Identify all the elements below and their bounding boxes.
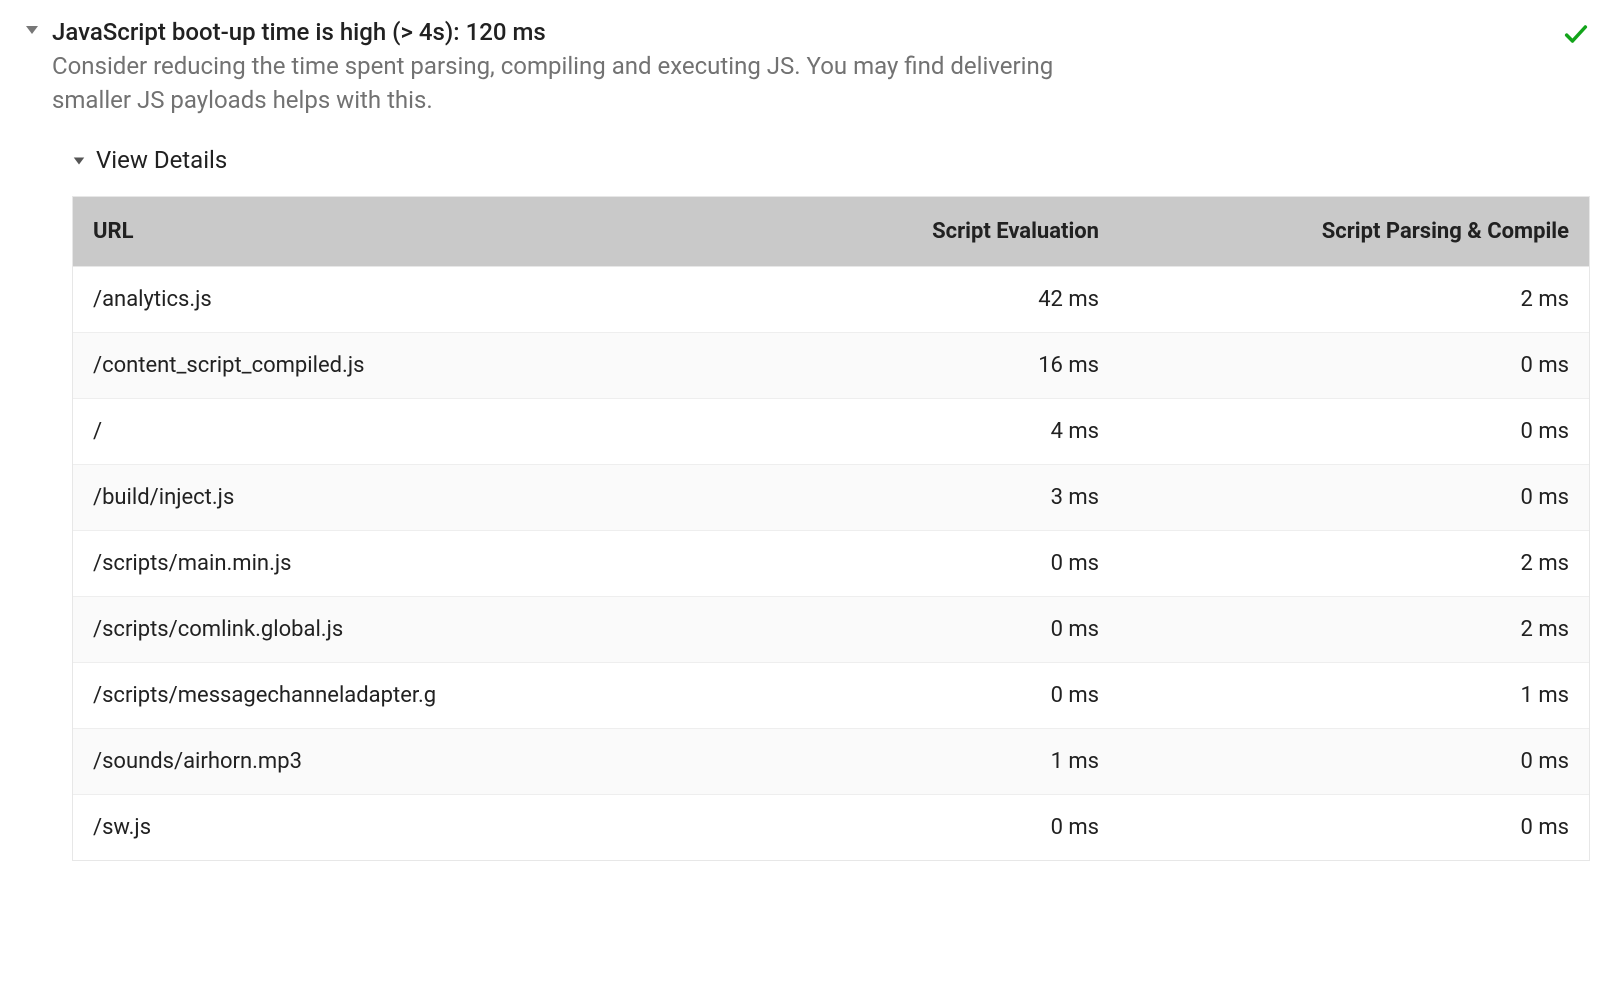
table-row: /sounds/airhorn.mp31 ms0 ms (73, 728, 1589, 794)
cell-eval: 0 ms (740, 530, 1119, 596)
cell-parse: 1 ms (1119, 662, 1589, 728)
cell-eval: 0 ms (740, 794, 1119, 860)
table-row: /4 ms0 ms (73, 398, 1589, 464)
column-header-eval: Script Evaluation (740, 197, 1119, 267)
table-header-row: URL Script Evaluation Script Parsing & C… (73, 197, 1589, 267)
cell-eval: 0 ms (740, 662, 1119, 728)
cell-url: /sw.js (73, 794, 740, 860)
column-header-url: URL (73, 197, 740, 267)
audit-header-text: JavaScript boot-up time is high (> 4s): … (52, 16, 1542, 118)
cell-eval: 3 ms (740, 464, 1119, 530)
disclosure-icon[interactable] (24, 22, 40, 38)
cell-url: /scripts/main.min.js (73, 530, 740, 596)
cell-url: /sounds/airhorn.mp3 (73, 728, 740, 794)
table-row: /scripts/main.min.js0 ms2 ms (73, 530, 1589, 596)
details-table: URL Script Evaluation Script Parsing & C… (73, 197, 1589, 860)
audit-header: JavaScript boot-up time is high (> 4s): … (24, 16, 1590, 118)
table-row: /build/inject.js3 ms0 ms (73, 464, 1589, 530)
cell-parse: 0 ms (1119, 728, 1589, 794)
cell-url: /scripts/comlink.global.js (73, 596, 740, 662)
table-row: /analytics.js42 ms2 ms (73, 266, 1589, 332)
cell-parse: 2 ms (1119, 266, 1589, 332)
column-header-parse: Script Parsing & Compile (1119, 197, 1589, 267)
audit-details: View Details URL Script Evaluation Scrip… (72, 146, 1590, 861)
disclosure-icon (72, 154, 86, 168)
cell-eval: 42 ms (740, 266, 1119, 332)
cell-parse: 0 ms (1119, 464, 1589, 530)
audit-description: Consider reducing the time spent parsing… (52, 50, 1132, 117)
cell-eval: 16 ms (740, 332, 1119, 398)
cell-eval: 0 ms (740, 596, 1119, 662)
table-row: /sw.js0 ms0 ms (73, 794, 1589, 860)
cell-url: /analytics.js (73, 266, 740, 332)
cell-url: /scripts/messagechanneladapter.g (73, 662, 740, 728)
cell-url: /build/inject.js (73, 464, 740, 530)
cell-parse: 2 ms (1119, 530, 1589, 596)
cell-eval: 1 ms (740, 728, 1119, 794)
cell-parse: 2 ms (1119, 596, 1589, 662)
cell-eval: 4 ms (740, 398, 1119, 464)
table-row: /scripts/comlink.global.js0 ms2 ms (73, 596, 1589, 662)
details-table-container: URL Script Evaluation Script Parsing & C… (72, 196, 1590, 861)
audit-item: JavaScript boot-up time is high (> 4s): … (0, 0, 1614, 881)
cell-parse: 0 ms (1119, 794, 1589, 860)
view-details-label: View Details (96, 146, 227, 174)
audit-title: JavaScript boot-up time is high (> 4s): … (52, 16, 1542, 48)
cell-parse: 0 ms (1119, 332, 1589, 398)
checkmark-icon (1562, 20, 1590, 48)
cell-parse: 0 ms (1119, 398, 1589, 464)
view-details-toggle[interactable]: View Details (72, 146, 1590, 174)
cell-url: /content_script_compiled.js (73, 332, 740, 398)
table-row: /scripts/messagechanneladapter.g0 ms1 ms (73, 662, 1589, 728)
table-row: /content_script_compiled.js16 ms0 ms (73, 332, 1589, 398)
cell-url: / (73, 398, 740, 464)
